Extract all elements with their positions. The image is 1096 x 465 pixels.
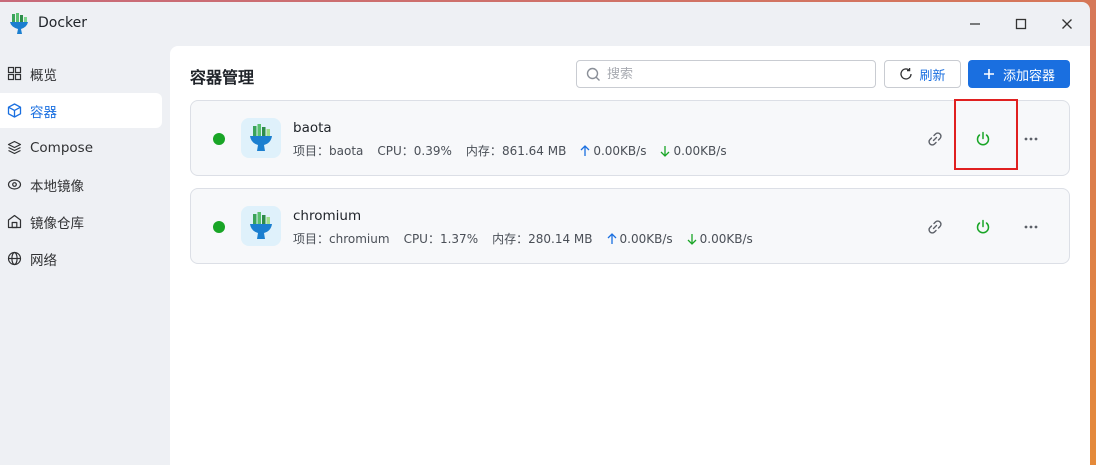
sidebar-item-label: Compose: [30, 139, 94, 156]
close-icon: [1062, 19, 1072, 29]
maximize-button[interactable]: [1011, 14, 1031, 34]
link-button[interactable]: [923, 127, 947, 151]
memory-value: 861.64 MB: [501, 143, 567, 158]
minimize-button[interactable]: [965, 14, 985, 34]
docker-logo-icon: [9, 13, 29, 35]
minimize-icon: [970, 23, 980, 25]
more-dots-icon: [1024, 137, 1038, 141]
container-app-icon: [241, 118, 281, 158]
more-options-button[interactable]: [1019, 127, 1043, 151]
project-label: 项目：: [293, 144, 330, 158]
download-rate: 0.00KB/s: [673, 143, 727, 158]
container-stats: 项目： baota CPU： 0.39% 内存： 861.64 MB 0.00K…: [293, 142, 727, 159]
status-running-dot: [213, 133, 225, 145]
status-running-dot: [213, 221, 225, 233]
container-card-chromium[interactable]: chromium 项目： chromium CPU： 1.37% 内存： 280…: [190, 188, 1070, 264]
link-icon: [928, 220, 942, 234]
title-bar: Docker: [0, 2, 1090, 46]
cpu-value: 1.37%: [439, 231, 479, 246]
memory-value: 280.14 MB: [528, 231, 593, 246]
power-icon: [976, 131, 990, 146]
close-button[interactable]: [1057, 14, 1077, 34]
cpu-value: 0.39%: [413, 143, 452, 158]
search-box[interactable]: [576, 60, 876, 88]
sidebar-item-label: 容器: [30, 104, 57, 121]
app-title: Docker: [38, 15, 88, 31]
link-icon: [928, 132, 942, 146]
upload-rate: 0.00KB/s: [619, 231, 673, 246]
cube-icon: [7, 103, 22, 118]
add-container-button[interactable]: 添加容器: [968, 60, 1070, 88]
cpu-label: CPU：: [403, 232, 440, 246]
memory-label: 内存：: [465, 144, 502, 158]
memory-label: 内存：: [492, 232, 529, 246]
plus-icon: [983, 69, 994, 79]
search-input[interactable]: [607, 66, 875, 82]
link-button[interactable]: [923, 215, 947, 239]
refresh-button[interactable]: 刷新: [884, 60, 961, 88]
refresh-label: 刷新: [919, 68, 946, 84]
download-arrow-icon: [660, 145, 670, 157]
layers-icon: [7, 140, 22, 155]
container-app-icon: [241, 206, 281, 246]
disc-icon: [7, 177, 22, 192]
cpu-label: CPU：: [377, 144, 414, 158]
add-container-label: 添加容器: [1002, 68, 1055, 84]
grid-icon: [7, 66, 22, 81]
more-options-button[interactable]: [1019, 215, 1043, 239]
docker-window: Docker 概览 容器 Compose 本地镜像 镜像仓库 网络 容器管理 搜…: [0, 2, 1090, 465]
upload-rate: 0.00KB/s: [593, 143, 647, 158]
sidebar-item-network[interactable]: 网络: [0, 241, 162, 276]
sidebar-item-local-images[interactable]: 本地镜像: [0, 167, 162, 202]
download-arrow-icon: [687, 233, 697, 245]
power-icon: [976, 219, 990, 234]
sidebar-item-image-registry[interactable]: 镜像仓库: [0, 204, 162, 239]
search-icon: [586, 67, 601, 82]
sidebar-item-label: 镜像仓库: [30, 215, 84, 232]
globe-icon: [7, 251, 22, 266]
container-name: chromium: [293, 208, 362, 224]
warehouse-icon: [7, 214, 22, 229]
sidebar-item-label: 网络: [30, 252, 57, 269]
project-label: 项目：: [293, 232, 330, 246]
sidebar-item-containers[interactable]: 容器: [0, 93, 162, 128]
sidebar-item-label: 概览: [30, 67, 57, 84]
refresh-icon: [900, 68, 913, 80]
sidebar-item-label: 本地镜像: [30, 178, 84, 195]
upload-arrow-icon: [580, 144, 590, 156]
project-value: baota: [329, 143, 364, 158]
project-value: chromium: [329, 231, 390, 246]
download-rate: 0.00KB/s: [699, 231, 753, 246]
upload-arrow-icon: [607, 232, 616, 244]
maximize-icon: [1015, 18, 1027, 30]
sidebar: 概览 容器 Compose 本地镜像 镜像仓库 网络: [0, 56, 170, 278]
main-panel: 容器管理 刷新 添加容器: [170, 46, 1090, 465]
container-stats: 项目： chromium CPU： 1.37% 内存： 280.14 MB 0.…: [293, 230, 753, 247]
power-button[interactable]: [971, 127, 995, 151]
page-title: 容器管理: [190, 68, 255, 87]
sidebar-item-compose[interactable]: Compose: [0, 130, 162, 165]
container-card-baota[interactable]: baota 项目： baota CPU： 0.39% 内存： 861.64 MB…: [190, 100, 1070, 176]
more-dots-icon: [1024, 225, 1038, 229]
container-name: baota: [293, 120, 332, 136]
power-button[interactable]: [971, 215, 995, 239]
sidebar-item-overview[interactable]: 概览: [0, 56, 162, 91]
